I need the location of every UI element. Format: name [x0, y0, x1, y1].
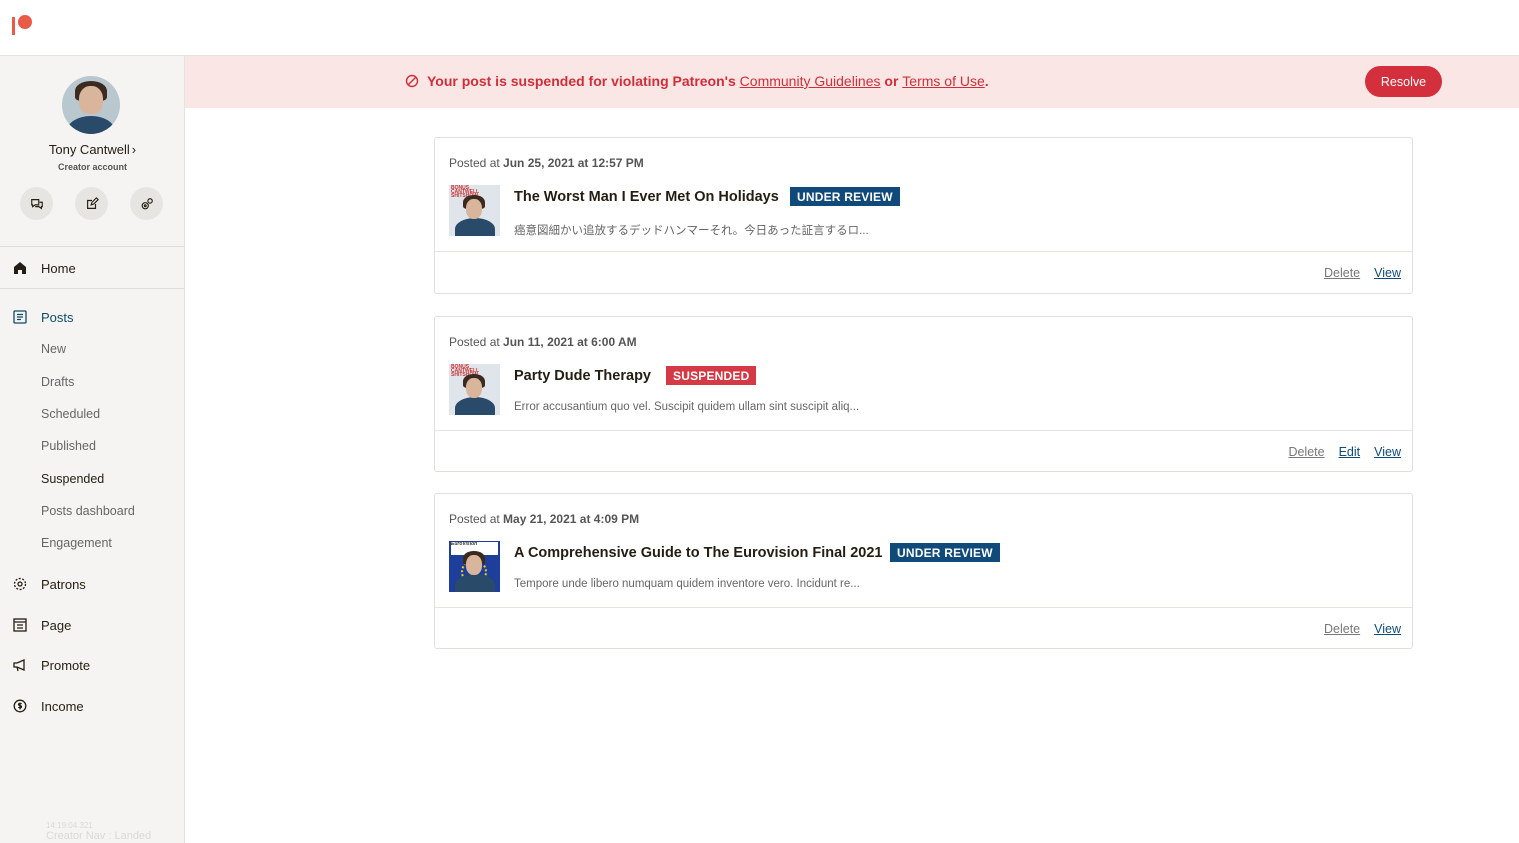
status-badge: UNDER REVIEW — [890, 543, 1000, 562]
sidebar-subitem-posts-dashboard[interactable]: Posts dashboard — [41, 504, 135, 518]
post-actions: Delete Edit View — [1288, 445, 1401, 459]
new-post-button[interactable] — [75, 187, 108, 220]
card-divider — [435, 251, 1412, 252]
sidebar-item-label: Income — [41, 698, 84, 714]
messages-icon — [30, 198, 43, 209]
thumbnail-text: BONUS CANTWELL SHITSHOW — [451, 364, 479, 378]
post-card: Posted at Jun 11, 2021 at 6:00 AM BONUS … — [434, 316, 1413, 472]
sidebar-subitem-published[interactable]: Published — [41, 439, 96, 453]
posted-at: Posted at May 21, 2021 at 4:09 PM — [449, 512, 639, 526]
posts-icon — [12, 310, 27, 325]
chevron-right-icon: › — [131, 142, 137, 157]
sidebar-subitem-suspended[interactable]: Suspended — [41, 472, 104, 486]
delete-link[interactable]: Delete — [1324, 266, 1360, 280]
ban-icon — [405, 74, 419, 88]
page-icon — [12, 618, 27, 633]
sidebar-item-posts[interactable]: Posts — [0, 303, 184, 331]
sidebar-subitem-drafts[interactable]: Drafts — [41, 375, 74, 389]
post-excerpt: Error accusantium quo vel. Suscipit quid… — [514, 401, 860, 413]
posted-date: May 21, 2021 at 4:09 PM — [503, 512, 640, 526]
post-card: Posted at Jun 25, 2021 at 12:57 PM BONUS… — [434, 137, 1413, 294]
delete-link[interactable]: Delete — [1288, 445, 1324, 459]
post-card: Posted at May 21, 2021 at 4:09 PM EuroVi… — [434, 493, 1413, 649]
patrons-icon — [12, 577, 27, 592]
edit-link[interactable]: Edit — [1339, 445, 1361, 459]
sidebar-item-income[interactable]: Income — [0, 692, 184, 720]
debug-text: Creator Nav : Landed — [46, 830, 152, 842]
sidebar-item-label: Home — [41, 260, 76, 276]
view-link[interactable]: View — [1374, 445, 1401, 459]
sidebar-subitem-scheduled[interactable]: Scheduled — [41, 407, 100, 421]
post-excerpt: Tempore unde libero numquam quidem inven… — [514, 578, 860, 590]
status-badge: SUSPENDED — [666, 366, 757, 385]
banner-prefix: Your post is suspended for violating Pat… — [427, 73, 736, 89]
community-guidelines-link[interactable]: Community Guidelines — [740, 73, 881, 89]
sidebar-item-label: Posts — [41, 309, 74, 325]
avatar[interactable] — [62, 76, 120, 134]
debug-time: 14:19:04.321 — [46, 821, 93, 830]
post-thumbnail[interactable]: BONUS CANTWELL SHITSHOW — [449, 185, 500, 236]
posted-prefix: Posted at — [449, 335, 500, 349]
posted-at: Posted at Jun 25, 2021 at 12:57 PM — [449, 156, 644, 170]
post-excerpt: 癌意図細かい追放するデッドハンマーそれ。今日あった証言するロ... — [514, 225, 869, 237]
card-divider — [435, 607, 1412, 608]
megaphone-icon — [12, 658, 27, 673]
sidebar-divider — [0, 246, 184, 247]
posted-date: Jun 25, 2021 at 12:57 PM — [503, 156, 644, 170]
creator-sidebar: Tony Cantwell › Creator account Home Post… — [0, 56, 185, 843]
banner-middle: or — [884, 73, 899, 89]
sidebar-divider — [0, 288, 184, 289]
posted-at: Posted at Jun 11, 2021 at 6:00 AM — [449, 335, 637, 349]
posted-prefix: Posted at — [449, 512, 500, 526]
post-thumbnail[interactable]: EuroVision — [449, 541, 500, 592]
patreon-logo-icon[interactable] — [12, 15, 36, 37]
creator-name-link[interactable]: Tony Cantwell › — [0, 142, 185, 157]
view-link[interactable]: View — [1374, 266, 1401, 280]
resolve-button[interactable]: Resolve — [1365, 66, 1442, 97]
terms-of-use-link[interactable]: Terms of Use — [902, 73, 984, 89]
delete-link[interactable]: Delete — [1324, 622, 1360, 636]
sidebar-subitem-engagement[interactable]: Engagement — [41, 536, 112, 550]
suspension-banner: Your post is suspended for violating Pat… — [185, 56, 1519, 108]
banner-suffix: . — [984, 73, 989, 89]
messages-button[interactable] — [20, 187, 53, 220]
sidebar-item-label: Page — [41, 617, 72, 633]
card-divider — [435, 430, 1412, 431]
income-icon — [12, 699, 27, 714]
creator-role: Creator account — [57, 162, 128, 172]
sidebar-item-promote[interactable]: Promote — [0, 651, 184, 679]
thumbnail-text: BONUS CANTWELL SHITSHOW — [451, 185, 479, 199]
post-thumbnail[interactable]: BONUS CANTWELL SHITSHOW — [449, 364, 500, 415]
creator-name: Tony Cantwell — [48, 142, 130, 157]
posted-prefix: Posted at — [449, 156, 500, 170]
sidebar-item-home[interactable]: Home — [0, 254, 184, 282]
sidebar-item-page[interactable]: Page — [0, 611, 184, 639]
debug-toast: 14:19:04.321 Creator Nav : Landed — [12, 821, 212, 843]
sidebar-item-label: Patrons — [41, 576, 86, 592]
status-badge: UNDER REVIEW — [790, 187, 900, 206]
post-title[interactable]: A Comprehensive Guide to The Eurovision … — [514, 545, 883, 561]
sidebar-item-label: Promote — [41, 657, 91, 673]
settings-button[interactable] — [130, 187, 163, 220]
top-bar — [0, 0, 1519, 56]
edit-post-icon — [86, 196, 99, 209]
settings-icon — [141, 197, 153, 209]
sidebar-subitem-new[interactable]: New — [41, 342, 66, 356]
sidebar-item-patrons[interactable]: Patrons — [0, 570, 184, 598]
home-icon — [12, 261, 27, 276]
banner-message: Your post is suspended for violating Pat… — [405, 73, 989, 89]
post-actions: Delete View — [1324, 266, 1401, 280]
view-link[interactable]: View — [1374, 622, 1401, 636]
post-title[interactable]: Party Dude Therapy — [514, 368, 651, 384]
post-actions: Delete View — [1324, 622, 1401, 636]
post-title[interactable]: The Worst Man I Ever Met On Holidays — [514, 189, 779, 205]
posted-date: Jun 11, 2021 at 6:00 AM — [503, 335, 637, 349]
